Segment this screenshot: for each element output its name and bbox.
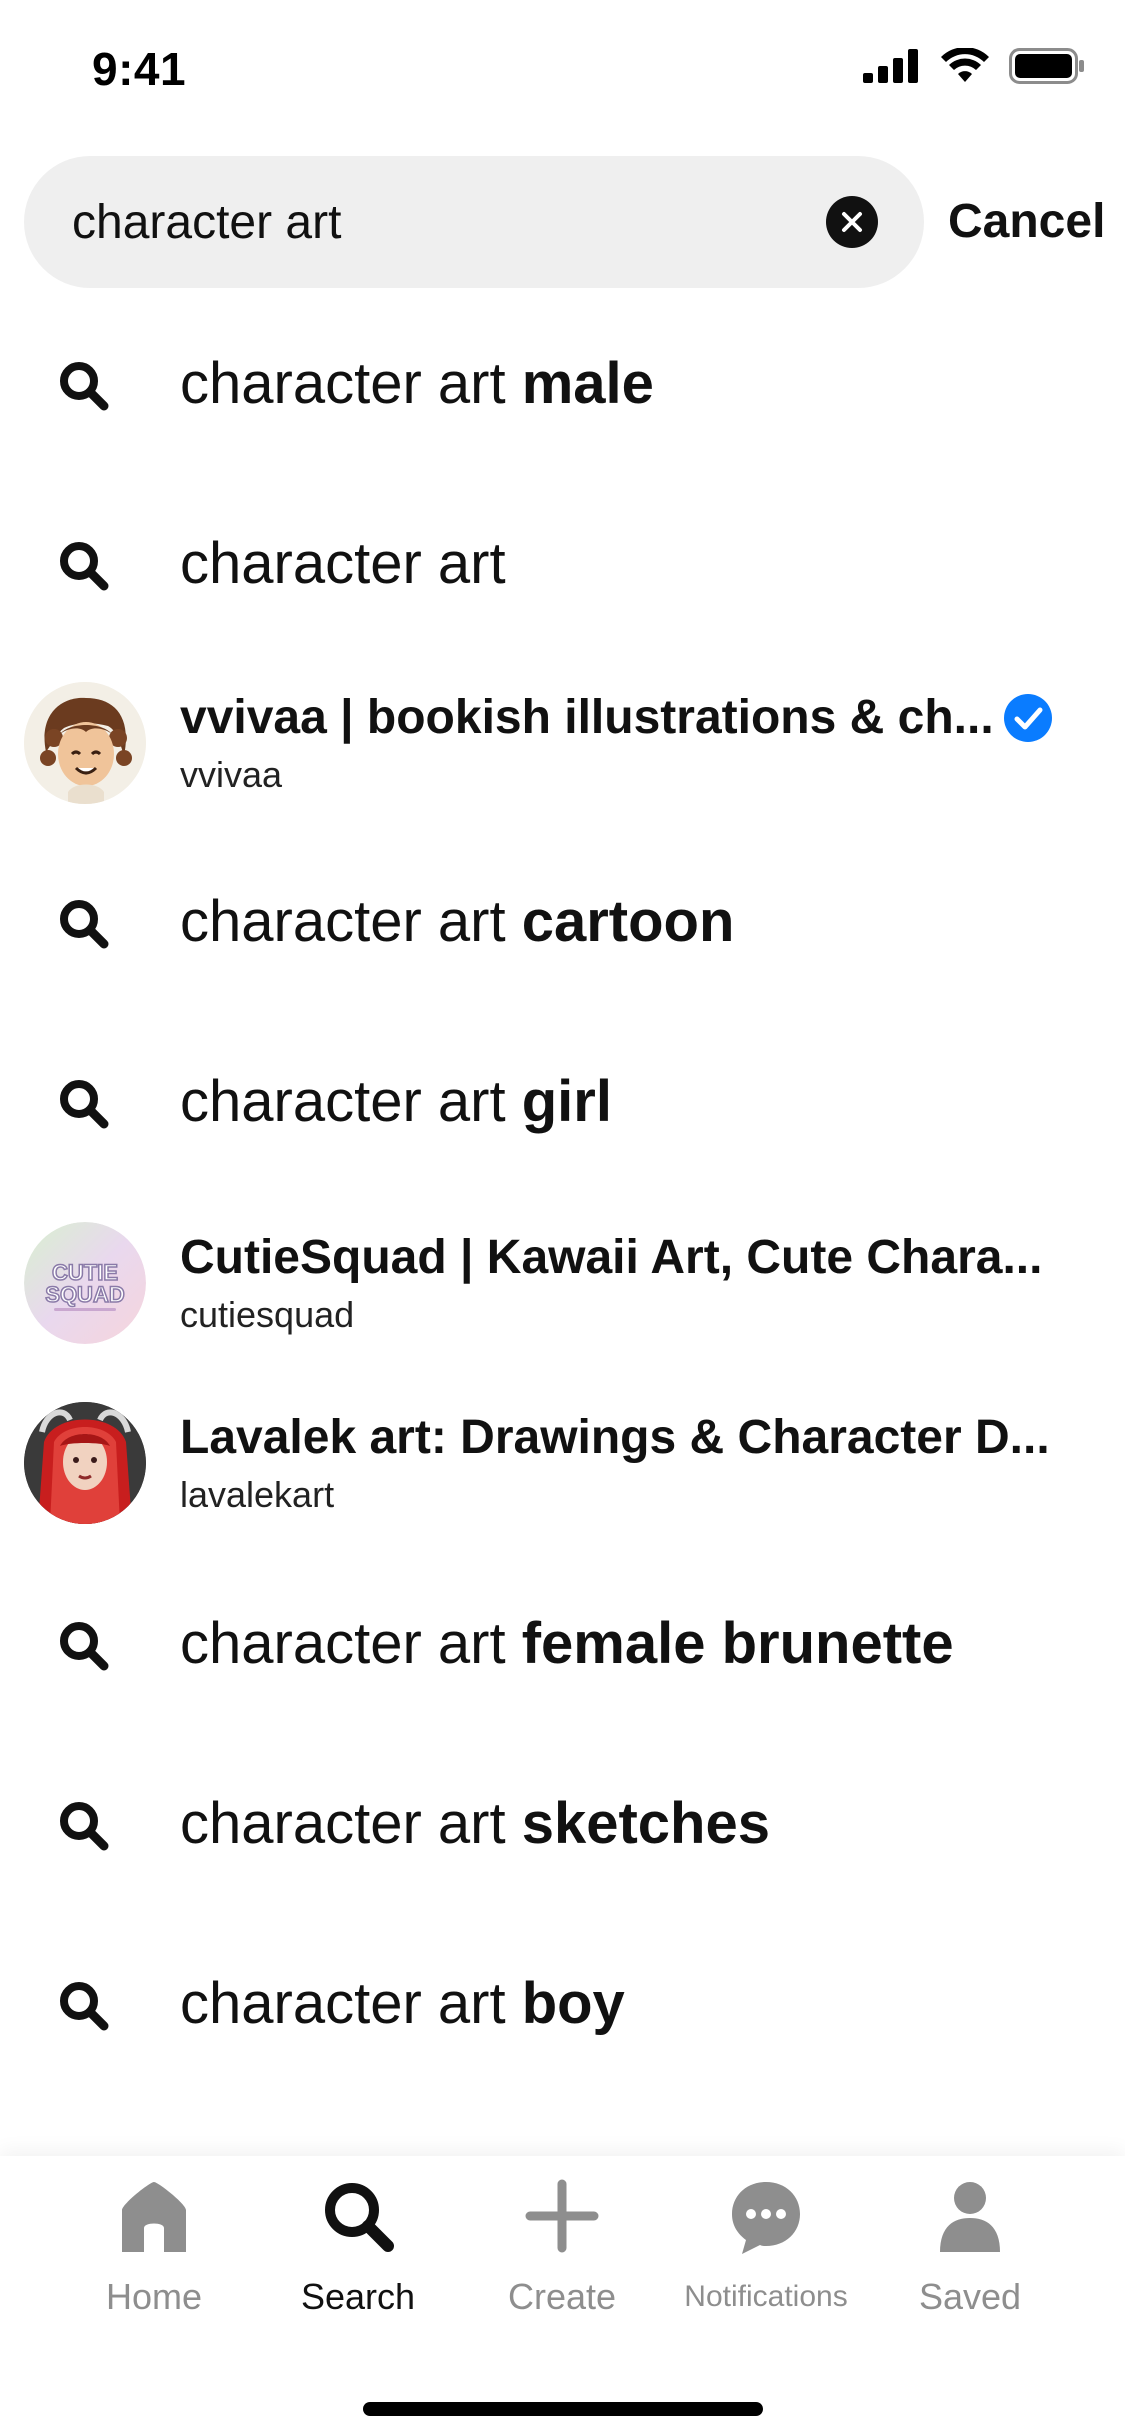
suggestion-text: character art female brunette (180, 1610, 954, 1677)
profile-icon (940, 2182, 1000, 2252)
nav-saved[interactable]: Saved (870, 2176, 1070, 2317)
suggestion-row[interactable]: character art cartoon (0, 868, 1125, 988)
suggestion-text: character art (180, 530, 506, 597)
nav-search-label: Search (300, 2276, 416, 2317)
suggestion-base: character art (180, 531, 506, 596)
suggestion-row[interactable]: character art girl (0, 1048, 1125, 1168)
search-icon (60, 1802, 109, 1851)
search-icon (60, 900, 109, 949)
nav-create[interactable]: Create (462, 2176, 662, 2317)
cellular-signal-icon (863, 49, 918, 83)
cancel-button[interactable]: Cancel (948, 156, 1105, 288)
search-icon (60, 542, 109, 591)
profile-name: Lavalek art: Drawings & Character D... (180, 1411, 1050, 1464)
suggestion-base: character art (180, 1791, 506, 1856)
svg-text:SQUAD: SQUAD (45, 1282, 124, 1307)
status-time: 9:41 (92, 43, 187, 95)
avatar-illustration (24, 1402, 146, 1524)
nav-create-label: Create (507, 2276, 617, 2317)
suggestion-bold: girl (521, 1069, 612, 1134)
status-bar: 9:41 (0, 0, 1125, 140)
suggestion-bold: female brunette (521, 1611, 954, 1676)
suggestion-text: character art girl (180, 1068, 612, 1135)
profile-handle: vvivaa (180, 754, 283, 795)
suggestion-row[interactable]: character art boy (0, 1950, 1125, 2070)
profile-suggestion-row[interactable]: vvivaa | bookish illustrations & ch... v… (0, 682, 1125, 804)
suggestion-text: character art sketches (180, 1790, 770, 1857)
search-icon (325, 2183, 394, 2252)
suggestion-bold: cartoon (521, 889, 735, 954)
home-icon (122, 2182, 186, 2252)
status-icons (863, 48, 1085, 84)
search-icon (60, 1080, 109, 1129)
plus-icon (525, 2179, 599, 2253)
search-icon (60, 1622, 109, 1671)
search-bar-row: Cancel (0, 156, 1125, 288)
suggestion-base: character art (180, 889, 506, 954)
avatar-logo: CUTIE SQUAD (24, 1222, 146, 1344)
suggestion-base: character art (180, 351, 506, 416)
avatar (24, 682, 146, 804)
suggestion-text: character art male (180, 350, 654, 417)
search-input[interactable] (72, 156, 832, 288)
profile-suggestion-row[interactable]: CUTIE SQUAD CutieSquad | Kawaii Art, Cut… (0, 1222, 1125, 1344)
suggestion-row[interactable]: character art sketches (0, 1770, 1125, 1890)
profile-handle: cutiesquad (180, 1294, 355, 1335)
verified-badge-icon (1004, 694, 1052, 742)
battery-icon (1009, 48, 1084, 84)
chat-bubble-icon (732, 2182, 800, 2254)
suggestion-text: character art cartoon (180, 888, 734, 955)
profile-suggestion-row[interactable]: Lavalek art: Drawings & Character D... l… (0, 1402, 1125, 1524)
profile-name: CutieSquad | Kawaii Art, Cute Chara... (180, 1231, 1043, 1284)
nav-home-label: Home (105, 2276, 203, 2317)
search-field[interactable] (24, 156, 924, 288)
profile-handle: lavalekart (180, 1474, 335, 1515)
nav-notifications-label: Notifications (684, 2280, 848, 2313)
profile-name: vvivaa | bookish illustrations & ch... (180, 691, 994, 744)
home-indicator (363, 2402, 763, 2416)
app-screen: 9:41 character art Cancel character art … (0, 0, 1125, 2436)
nav-notifications[interactable]: Notifications (666, 2176, 866, 2316)
clear-search-button[interactable] (826, 196, 878, 248)
wifi-icon (941, 48, 989, 82)
suggestion-base: character art (180, 1971, 506, 2036)
search-icon (60, 362, 109, 411)
suggestion-row[interactable]: character art male (0, 330, 1125, 450)
suggestion-row[interactable]: character art (0, 510, 1125, 630)
clear-x-icon (842, 212, 862, 232)
suggestion-bold: boy (521, 1971, 625, 2036)
suggestion-base: character art (180, 1611, 506, 1676)
suggestion-text: character art boy (180, 1970, 625, 2037)
search-icon (60, 1982, 109, 2031)
avatar: CUTIE SQUAD (24, 1222, 146, 1344)
suggestion-row[interactable]: character art female brunette (0, 1590, 1125, 1710)
nav-saved-label: Saved (918, 2276, 1022, 2317)
suggestion-base: character art (180, 1069, 506, 1134)
avatar (24, 1402, 146, 1524)
bottom-nav: Home Search Create Notifications Saved (0, 2156, 1125, 2436)
avatar-illustration (24, 682, 146, 804)
suggestion-bold: male (521, 351, 654, 416)
nav-search[interactable]: Search (258, 2176, 458, 2317)
suggestion-bold: sketches (521, 1791, 770, 1856)
nav-home[interactable]: Home (54, 2176, 254, 2317)
